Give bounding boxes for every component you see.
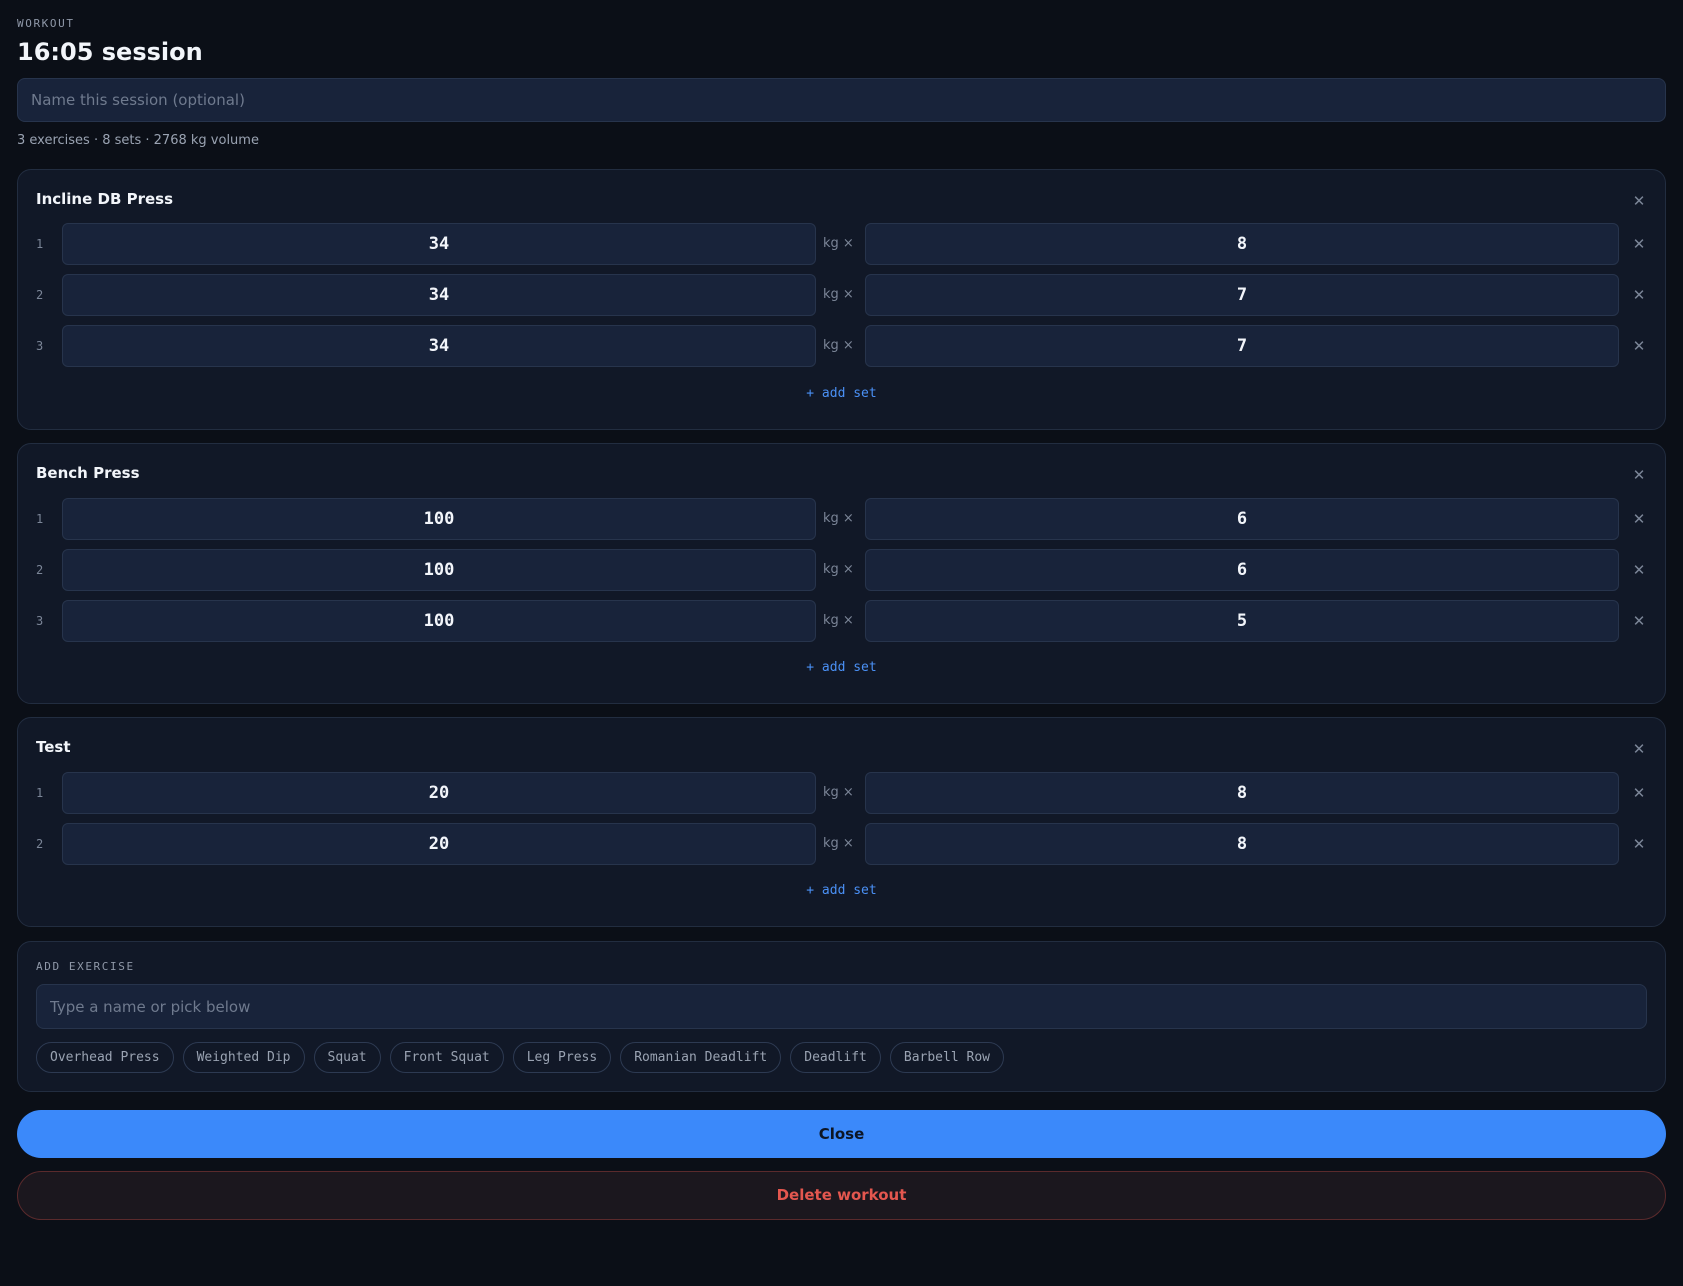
weight-input[interactable]: 20 — [62, 823, 816, 865]
remove-set-button[interactable]: ✕ — [1630, 510, 1648, 528]
set-row: 2 34 kg × 7 ✕ — [18, 274, 1665, 316]
suggestion-chip[interactable]: Leg Press — [512, 1042, 612, 1073]
remove-set-button[interactable]: ✕ — [1630, 612, 1648, 630]
set-row: 3 100 kg × 5 ✕ — [18, 600, 1665, 642]
exercise-name: Test — [36, 738, 71, 756]
close-icon: ✕ — [1632, 235, 1646, 253]
add-exercise-label: ADD EXERCISE — [36, 960, 135, 973]
close-icon: ✕ — [1632, 466, 1646, 484]
remove-set-button[interactable]: ✕ — [1630, 286, 1648, 304]
set-index: 3 — [36, 339, 44, 353]
close-icon: ✕ — [1632, 192, 1646, 210]
unit-label: kg × — [823, 562, 854, 577]
session-name-input[interactable] — [17, 78, 1666, 122]
unit-label: kg × — [823, 236, 854, 251]
page-title: 16:05 session — [17, 38, 203, 66]
set-row: 1 34 kg × 8 ✕ — [18, 223, 1665, 265]
close-icon: ✕ — [1632, 784, 1646, 802]
suggestion-chip[interactable]: Weighted Dip — [182, 1042, 305, 1073]
section-eyebrow: WORKOUT — [17, 17, 75, 30]
close-icon: ✕ — [1632, 510, 1646, 528]
exercise-card: Bench Press ✕ 1 100 kg × 6 ✕ 2 100 kg × … — [17, 443, 1666, 704]
reps-input[interactable]: 7 — [865, 274, 1619, 316]
set-index: 2 — [36, 288, 44, 302]
exercise-card: Test ✕ 1 20 kg × 8 ✕ 2 20 kg × 8 ✕ + add… — [17, 717, 1666, 927]
set-index: 1 — [36, 786, 44, 800]
set-index: 2 — [36, 563, 44, 577]
remove-exercise-button[interactable]: ✕ — [1630, 192, 1648, 210]
unit-label: kg × — [823, 785, 854, 800]
reps-input[interactable]: 8 — [865, 772, 1619, 814]
close-icon: ✕ — [1632, 740, 1646, 758]
exercise-name: Bench Press — [36, 464, 140, 482]
close-icon: ✕ — [1632, 286, 1646, 304]
reps-input[interactable]: 8 — [865, 223, 1619, 265]
suggestion-chip[interactable]: Romanian Deadlift — [620, 1042, 782, 1073]
add-set-button[interactable]: + add set — [18, 883, 1665, 898]
weight-input[interactable]: 100 — [62, 498, 816, 540]
weight-input[interactable]: 100 — [62, 549, 816, 591]
reps-input[interactable]: 6 — [865, 549, 1619, 591]
set-row: 1 100 kg × 6 ✕ — [18, 498, 1665, 540]
reps-input[interactable]: 8 — [865, 823, 1619, 865]
set-row: 3 34 kg × 7 ✕ — [18, 325, 1665, 367]
remove-set-button[interactable]: ✕ — [1630, 835, 1648, 853]
weight-input[interactable]: 20 — [62, 772, 816, 814]
delete-workout-button[interactable]: Delete workout — [17, 1171, 1666, 1220]
remove-set-button[interactable]: ✕ — [1630, 235, 1648, 253]
unit-label: kg × — [823, 338, 854, 353]
set-index: 1 — [36, 237, 44, 251]
set-row: 2 20 kg × 8 ✕ — [18, 823, 1665, 865]
reps-input[interactable]: 7 — [865, 325, 1619, 367]
remove-set-button[interactable]: ✕ — [1630, 561, 1648, 579]
close-icon: ✕ — [1632, 612, 1646, 630]
reps-input[interactable]: 5 — [865, 600, 1619, 642]
suggestion-chip[interactable]: Barbell Row — [889, 1042, 1004, 1073]
close-icon: ✕ — [1632, 561, 1646, 579]
remove-exercise-button[interactable]: ✕ — [1630, 740, 1648, 758]
unit-label: kg × — [823, 287, 854, 302]
suggestion-chip[interactable]: Overhead Press — [36, 1042, 174, 1073]
remove-exercise-button[interactable]: ✕ — [1630, 466, 1648, 484]
reps-input[interactable]: 6 — [865, 498, 1619, 540]
add-exercise-input[interactable] — [36, 984, 1647, 1029]
set-index: 1 — [36, 512, 44, 526]
exercise-name: Incline DB Press — [36, 190, 174, 208]
set-index: 3 — [36, 614, 44, 628]
weight-input[interactable]: 100 — [62, 600, 816, 642]
add-set-button[interactable]: + add set — [18, 660, 1665, 675]
unit-label: kg × — [823, 836, 854, 851]
weight-input[interactable]: 34 — [62, 325, 816, 367]
suggestion-chip[interactable]: Squat — [313, 1042, 381, 1073]
set-row: 1 20 kg × 8 ✕ — [18, 772, 1665, 814]
remove-set-button[interactable]: ✕ — [1630, 784, 1648, 802]
remove-set-button[interactable]: ✕ — [1630, 337, 1648, 355]
add-set-button[interactable]: + add set — [18, 386, 1665, 401]
close-icon: ✕ — [1632, 835, 1646, 853]
suggestion-chip[interactable]: Front Squat — [389, 1042, 504, 1073]
set-row: 2 100 kg × 6 ✕ — [18, 549, 1665, 591]
workout-summary: 3 exercises · 8 sets · 2768 kg volume — [17, 133, 259, 148]
set-index: 2 — [36, 837, 44, 851]
close-icon: ✕ — [1632, 337, 1646, 355]
weight-input[interactable]: 34 — [62, 223, 816, 265]
exercise-card: Incline DB Press ✕ 1 34 kg × 8 ✕ 2 34 kg… — [17, 169, 1666, 430]
close-button[interactable]: Close — [17, 1110, 1666, 1158]
unit-label: kg × — [823, 613, 854, 628]
add-exercise-card: ADD EXERCISE Overhead Press Weighted Dip… — [17, 941, 1666, 1092]
weight-input[interactable]: 34 — [62, 274, 816, 316]
unit-label: kg × — [823, 511, 854, 526]
suggestion-chip[interactable]: Deadlift — [790, 1042, 881, 1073]
exercise-suggestions: Overhead Press Weighted Dip Squat Front … — [36, 1042, 1004, 1073]
